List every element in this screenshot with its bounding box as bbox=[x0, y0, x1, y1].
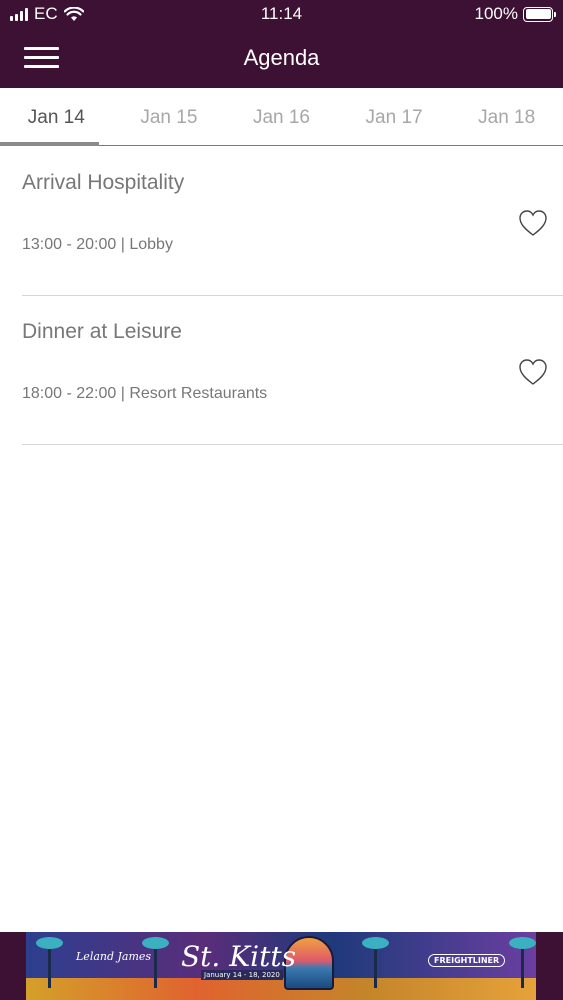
tab-jan-15[interactable]: Jan 15 bbox=[113, 88, 226, 145]
tab-label: Jan 15 bbox=[140, 107, 198, 128]
heart-icon[interactable] bbox=[518, 358, 548, 386]
ad-banner[interactable]: Leland James St. Kitts January 14 - 18, … bbox=[0, 932, 563, 1000]
event-time-location: 18:00 - 22:00 | Resort Restaurants bbox=[22, 385, 268, 402]
list-item[interactable]: Arrival Hospitality 13:00 - 20:00 | Lobb… bbox=[22, 147, 563, 296]
banner-image: Leland James St. Kitts January 14 - 18, … bbox=[26, 932, 536, 1000]
event-title: Dinner at Leisure bbox=[22, 320, 182, 343]
status-right: 100% bbox=[474, 4, 556, 24]
tab-jan-18[interactable]: Jan 18 bbox=[450, 88, 563, 145]
banner-brand-left: Leland James bbox=[76, 950, 152, 963]
battery-percentage: 100% bbox=[474, 4, 518, 23]
banner-dates: January 14 - 18, 2020 bbox=[201, 970, 283, 980]
palm-tree-icon bbox=[142, 937, 169, 988]
tab-label: Jan 17 bbox=[365, 107, 423, 128]
date-tabs: Jan 14 Jan 15 Jan 16 Jan 17 Jan 18 bbox=[0, 88, 563, 146]
palm-tree-icon bbox=[362, 937, 389, 988]
tab-jan-14[interactable]: Jan 14 bbox=[0, 88, 113, 146]
banner-sponsor-logo: FREIGHTLINER bbox=[428, 954, 506, 967]
page-title: Agenda bbox=[243, 45, 320, 70]
battery-icon bbox=[523, 6, 556, 22]
heart-icon[interactable] bbox=[518, 209, 548, 237]
banner-destination: St. Kitts bbox=[181, 940, 296, 973]
event-title: Arrival Hospitality bbox=[22, 171, 185, 194]
tab-label: Jan 14 bbox=[27, 107, 85, 128]
tab-jan-17[interactable]: Jan 17 bbox=[338, 88, 451, 145]
tab-label: Jan 16 bbox=[252, 107, 310, 128]
tab-jan-16[interactable]: Jan 16 bbox=[225, 88, 338, 145]
event-time-location: 13:00 - 20:00 | Lobby bbox=[22, 236, 173, 253]
list-item[interactable]: Dinner at Leisure 18:00 - 22:00 | Resort… bbox=[22, 296, 563, 445]
palm-tree-icon bbox=[36, 937, 63, 988]
agenda-list: Arrival Hospitality 13:00 - 20:00 | Lobb… bbox=[0, 147, 563, 445]
status-bar: EC 11:14 100% bbox=[0, 0, 563, 28]
nav-bar: Agenda bbox=[0, 28, 563, 88]
palm-tree-icon bbox=[509, 937, 536, 988]
tab-label: Jan 18 bbox=[478, 107, 536, 128]
